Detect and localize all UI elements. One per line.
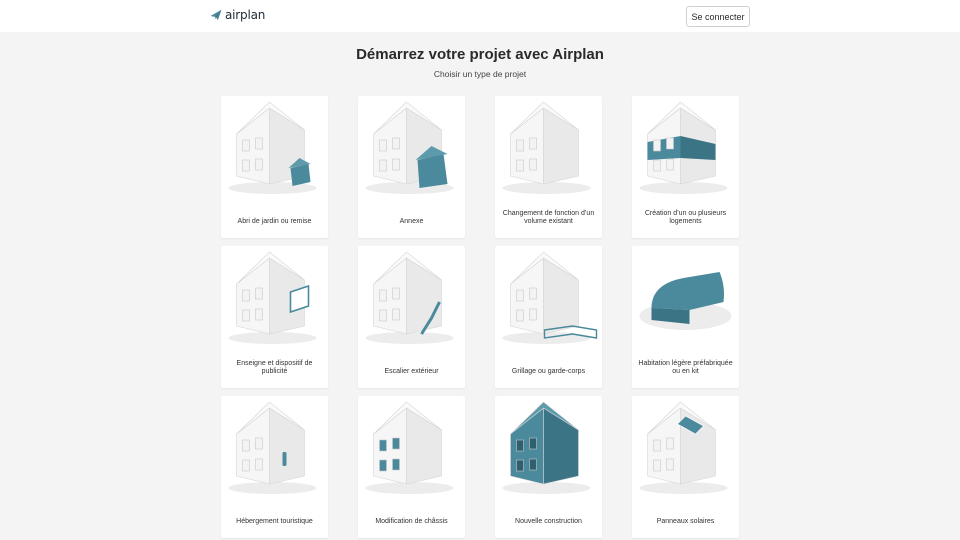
project-card-exterior-stairs[interactable]: Escalier extérieur [358,246,465,388]
project-card-fence[interactable]: Grillage ou garde-corps [495,246,602,388]
login-button[interactable]: Se connecter [686,6,750,27]
project-card-signage[interactable]: Enseigne et dispositif de publicité [221,246,328,388]
top-navbar: airplan Se connecter [0,0,960,32]
project-card-label: Panneaux solaires [656,518,715,525]
project-card-label: Abri de jardin ou remise [237,218,312,225]
project-card-label: Escalier extérieur [384,368,439,375]
project-card-label: Changement de fonction d’un volume exist… [502,210,595,225]
project-card-label: Modification de châssis [375,518,448,525]
house-with-plaque-svg [228,401,317,494]
project-card-solar-panels[interactable]: Panneaux solaires [632,396,739,538]
tiny-house-illustration [632,246,739,350]
house-with-solar-panels-svg [639,401,728,494]
house-with-stairs-illustration [358,246,465,350]
project-card-label: Annexe [399,218,424,225]
house-with-shed-svg [228,101,317,194]
house-plain-illustration [495,96,602,200]
tiny-house-svg [639,272,732,330]
house-with-solar-panels-illustration [632,396,739,500]
project-card-label: Hébergement touristique [236,518,313,525]
house-all-highlighted-svg [502,401,591,494]
house-with-plaque-illustration [221,396,328,500]
project-card-label: Nouvelle construction [515,518,582,525]
project-card-prefab-house[interactable]: Habitation légère préfabriquée ou en kit [632,246,739,388]
project-card-label: Création d’un ou plusieurs logements [644,210,727,225]
airplan-logo[interactable]: airplan [210,8,265,22]
house-with-fence-svg [502,251,598,344]
project-card-window-change[interactable]: Modification de châssis [358,396,465,538]
project-card-annex[interactable]: Annexe [358,96,465,238]
house-with-stairs-svg [365,251,454,344]
house-all-highlighted-illustration [495,396,602,500]
paper-plane-icon [210,9,222,21]
project-card-new-construction[interactable]: Nouvelle construction [495,396,602,538]
house-with-shed-illustration [221,96,328,200]
project-card-label: Enseigne et dispositif de publicité [236,360,313,375]
house-highlighted-floor-illustration [632,96,739,200]
house-with-sign-illustration [221,246,328,350]
house-plain-svg [502,101,591,194]
house-with-fence-illustration [495,246,602,350]
project-type-grid: Abri de jardin ou remise Annexe Changeme… [221,96,740,538]
project-card-label: Grillage ou garde-corps [511,368,586,375]
house-with-sign-svg [228,251,317,344]
project-card-garden-shed[interactable]: Abri de jardin ou remise [221,96,328,238]
logo-text: airplan [225,8,266,22]
project-card-tourist-lodging[interactable]: Hébergement touristique [221,396,328,538]
house-highlighted-floor-svg [639,101,728,194]
house-with-annex-svg [365,101,454,194]
page-title: Démarrez votre projet avec Airplan [356,46,604,63]
house-with-annex-illustration [358,96,465,200]
house-highlighted-windows-svg [365,401,454,494]
house-highlighted-windows-illustration [358,396,465,500]
page-subtitle: Choisir un type de projet [433,69,527,79]
project-card-change-of-use[interactable]: Changement de fonction d’un volume exist… [495,96,602,238]
project-card-new-dwellings[interactable]: Création d’un ou plusieurs logements [632,96,739,238]
project-card-label: Habitation légère préfabriquée ou en kit [638,360,733,375]
